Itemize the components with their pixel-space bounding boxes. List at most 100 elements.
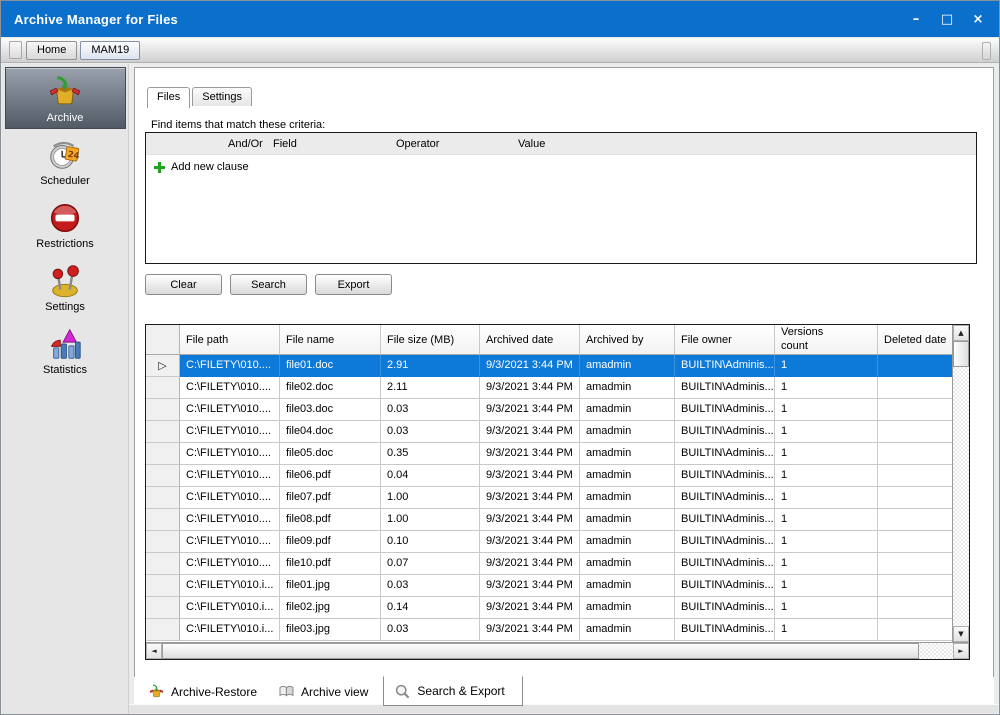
horizontal-scroll-thumb[interactable] xyxy=(162,643,919,659)
table-cell[interactable]: file08.pdf xyxy=(280,509,381,531)
export-button[interactable]: Export xyxy=(315,274,392,295)
sidebar-item-statistics[interactable]: Statistics xyxy=(5,319,126,381)
column-header-file-size-mb[interactable]: File size (MB) xyxy=(381,325,480,355)
table-cell[interactable]: 2.11 xyxy=(381,377,480,399)
table-cell[interactable]: file03.doc xyxy=(280,399,381,421)
table-cell[interactable]: 0.35 xyxy=(381,443,480,465)
add-new-clause-link[interactable]: Add new clause xyxy=(146,155,976,173)
table-cell[interactable]: C:\FILETY\010.i... xyxy=(180,575,280,597)
tab-settings[interactable]: Settings xyxy=(192,87,252,106)
table-cell[interactable]: amadmin xyxy=(580,531,675,553)
vertical-scroll-track[interactable] xyxy=(953,367,969,626)
table-cell[interactable]: 9/3/2021 3:44 PM xyxy=(480,531,580,553)
table-cell[interactable]: BUILTIN\Adminis... xyxy=(675,509,775,531)
table-row[interactable]: C:\FILETY\010.... file06.pdf 0.04 9/3/2021 … xyxy=(146,465,952,487)
toolbar-button-mam19[interactable]: MAM19 xyxy=(80,40,141,60)
table-cell[interactable]: amadmin xyxy=(580,575,675,597)
table-cell[interactable]: BUILTIN\Adminis... xyxy=(675,575,775,597)
sidebar-item-settings[interactable]: Settings xyxy=(5,256,126,318)
table-cell[interactable]: amadmin xyxy=(580,421,675,443)
table-cell[interactable]: BUILTIN\Adminis... xyxy=(675,597,775,619)
table-cell[interactable]: 1 xyxy=(775,443,878,465)
table-cell[interactable]: amadmin xyxy=(580,355,675,377)
table-cell[interactable]: 9/3/2021 3:44 PM xyxy=(480,421,580,443)
table-cell[interactable] xyxy=(878,443,952,465)
bottom-tab-archive-restore[interactable]: Archive-Restore xyxy=(142,677,272,706)
table-cell[interactable]: 0.07 xyxy=(381,553,480,575)
table-row[interactable]: C:\FILETY\010.i... file03.jpg 0.03 9/3/2021… xyxy=(146,619,952,641)
table-row[interactable]: C:\FILETY\010.... file04.doc 0.03 9/3/2021 … xyxy=(146,421,952,443)
table-cell[interactable] xyxy=(878,465,952,487)
bottom-tab-search-export[interactable]: Search & Export xyxy=(383,676,523,706)
table-cell[interactable] xyxy=(878,421,952,443)
table-cell[interactable]: 1 xyxy=(775,465,878,487)
table-cell[interactable]: 0.10 xyxy=(381,531,480,553)
search-button[interactable]: Search xyxy=(230,274,307,295)
column-header-file-name[interactable]: File name xyxy=(280,325,381,355)
table-cell[interactable]: 1 xyxy=(775,509,878,531)
toolbar-grip[interactable] xyxy=(9,41,22,59)
table-cell[interactable]: C:\FILETY\010.... xyxy=(180,509,280,531)
table-cell[interactable]: 9/3/2021 3:44 PM xyxy=(480,377,580,399)
table-cell[interactable]: 0.03 xyxy=(381,421,480,443)
table-cell[interactable]: 0.03 xyxy=(381,399,480,421)
table-cell[interactable]: BUILTIN\Adminis... xyxy=(675,465,775,487)
table-row[interactable]: ▷ C:\FILETY\010.... file01.doc 2.91 9/3/2021… xyxy=(146,355,952,377)
table-cell[interactable]: 1 xyxy=(775,355,878,377)
table-cell[interactable]: amadmin xyxy=(580,553,675,575)
row-selector-cell[interactable] xyxy=(146,619,180,641)
table-cell[interactable]: C:\FILETY\010.... xyxy=(180,355,280,377)
sidebar-item-scheduler[interactable]: 24 Scheduler xyxy=(5,130,126,192)
table-cell[interactable]: amadmin xyxy=(580,465,675,487)
table-cell[interactable]: 1 xyxy=(775,399,878,421)
table-cell[interactable]: BUILTIN\Adminis... xyxy=(675,355,775,377)
table-cell[interactable]: file01.jpg xyxy=(280,575,381,597)
table-cell[interactable] xyxy=(878,531,952,553)
table-cell[interactable]: C:\FILETY\010.... xyxy=(180,465,280,487)
column-header-file-path[interactable]: File path xyxy=(180,325,280,355)
table-cell[interactable] xyxy=(878,399,952,421)
vertical-scrollbar[interactable]: ▲ ▼ xyxy=(952,325,969,642)
table-cell[interactable]: 1 xyxy=(775,597,878,619)
table-row[interactable]: C:\FILETY\010.... file07.pdf 1.00 9/3/2021 … xyxy=(146,487,952,509)
row-selector-cell[interactable] xyxy=(146,509,180,531)
row-selector-cell[interactable] xyxy=(146,531,180,553)
table-cell[interactable]: C:\FILETY\010.... xyxy=(180,443,280,465)
table-cell[interactable]: C:\FILETY\010.... xyxy=(180,531,280,553)
table-cell[interactable]: C:\FILETY\010.... xyxy=(180,399,280,421)
table-cell[interactable]: BUILTIN\Adminis... xyxy=(675,399,775,421)
close-button[interactable]: × xyxy=(967,8,989,30)
table-cell[interactable]: 1 xyxy=(775,377,878,399)
table-row[interactable]: C:\FILETY\010.... file05.doc 0.35 9/3/2021 … xyxy=(146,443,952,465)
table-cell[interactable]: file03.jpg xyxy=(280,619,381,641)
tab-files[interactable]: Files xyxy=(147,87,191,108)
table-cell[interactable]: amadmin xyxy=(580,597,675,619)
table-cell[interactable]: 1 xyxy=(775,487,878,509)
table-cell[interactable]: 1 xyxy=(775,421,878,443)
table-cell[interactable]: file02.doc xyxy=(280,377,381,399)
row-selector-cell[interactable] xyxy=(146,487,180,509)
table-cell[interactable]: BUILTIN\Adminis... xyxy=(675,443,775,465)
table-cell[interactable] xyxy=(878,509,952,531)
scroll-up-button[interactable]: ▲ xyxy=(953,325,969,341)
table-cell[interactable]: 0.14 xyxy=(381,597,480,619)
row-selector-cell[interactable] xyxy=(146,553,180,575)
horizontal-scrollbar[interactable]: ◄ ► xyxy=(146,642,969,659)
table-row[interactable]: C:\FILETY\010.... file03.doc 0.03 9/3/2021 … xyxy=(146,399,952,421)
table-cell[interactable]: 1.00 xyxy=(381,487,480,509)
row-selector-cell[interactable] xyxy=(146,421,180,443)
column-header-versions-count[interactable]: Versions count xyxy=(775,325,878,355)
table-cell[interactable]: 9/3/2021 3:44 PM xyxy=(480,443,580,465)
table-cell[interactable]: C:\FILETY\010.... xyxy=(180,377,280,399)
table-cell[interactable]: C:\FILETY\010.... xyxy=(180,421,280,443)
table-cell[interactable]: file05.doc xyxy=(280,443,381,465)
table-cell[interactable]: file04.doc xyxy=(280,421,381,443)
table-cell[interactable] xyxy=(878,597,952,619)
table-cell[interactable]: 0.04 xyxy=(381,465,480,487)
table-cell[interactable]: amadmin xyxy=(580,619,675,641)
table-cell[interactable]: file07.pdf xyxy=(280,487,381,509)
table-cell[interactable]: file06.pdf xyxy=(280,465,381,487)
table-cell[interactable]: 0.03 xyxy=(381,619,480,641)
table-cell[interactable]: BUILTIN\Adminis... xyxy=(675,619,775,641)
table-cell[interactable]: amadmin xyxy=(580,399,675,421)
